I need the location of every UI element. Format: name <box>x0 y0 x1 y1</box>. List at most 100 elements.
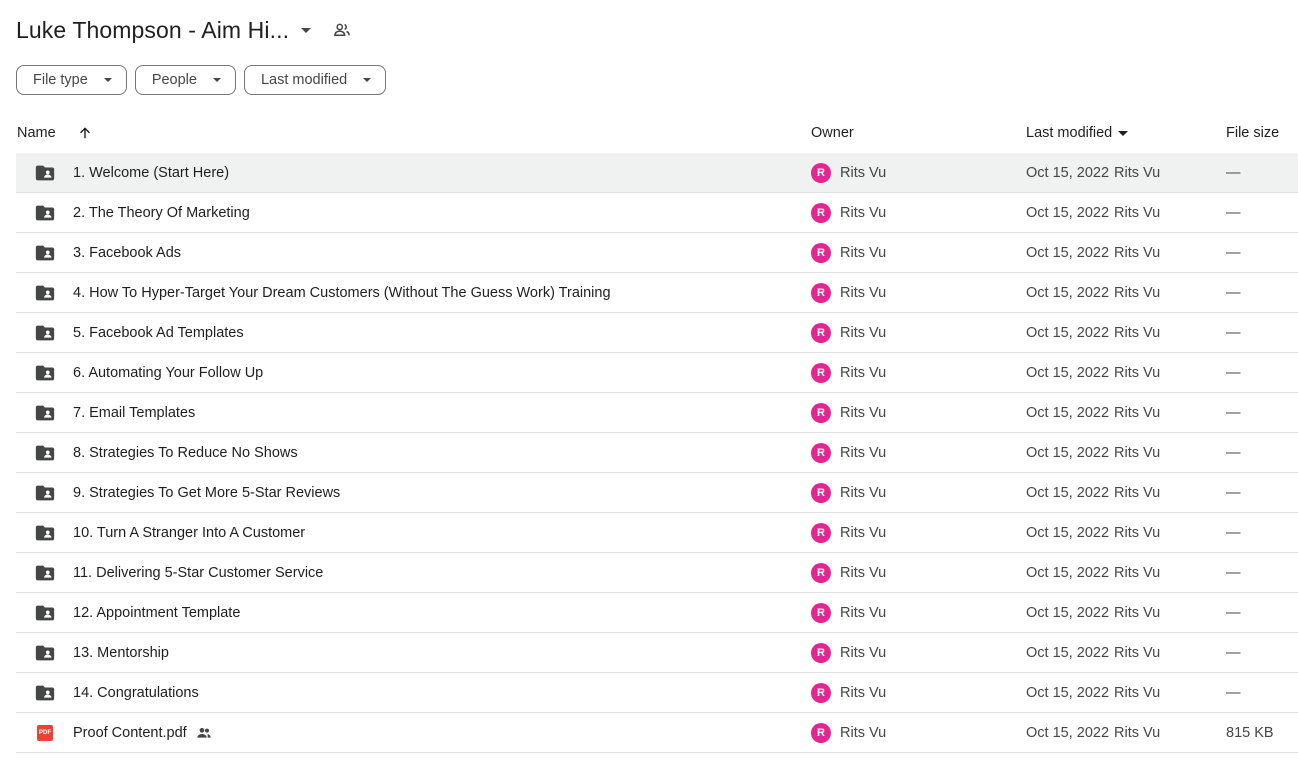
owner-name: Rits Vu <box>840 244 887 261</box>
table-row[interactable]: 6. Automating Your Follow Up R Rits Vu Oct … <box>16 353 1298 393</box>
column-header-last-modified[interactable]: Last modified <box>1026 113 1129 153</box>
file-name[interactable]: 2. The Theory Of Marketing <box>73 205 250 221</box>
file-name[interactable]: 9. Strategies To Get More 5-Star Reviews <box>73 485 340 501</box>
modified-date: Oct 15, 2022 <box>1026 364 1110 381</box>
shared-folder-icon <box>34 602 56 624</box>
file-name-cell: 9. Strategies To Get More 5-Star Reviews <box>73 473 340 512</box>
file-type-filter[interactable]: File type <box>16 65 127 95</box>
file-name[interactable]: 1. Welcome (Start Here) <box>73 165 229 181</box>
owner-name: Rits Vu <box>840 284 887 301</box>
shared-folder-icon <box>34 362 56 384</box>
column-header-file-size[interactable]: File size <box>1226 113 1279 153</box>
last-modified-cell: Oct 15, 2022 Rits Vu <box>1026 193 1160 232</box>
chevron-down-icon <box>103 78 112 82</box>
file-icon-cell <box>34 153 56 192</box>
table-row[interactable]: 14. Congratulations R Rits Vu Oct 15, 2022 R… <box>16 673 1298 713</box>
file-size-cell: — <box>1226 524 1241 541</box>
file-name[interactable]: 10. Turn A Stranger Into A Customer <box>73 525 305 541</box>
modified-by: Rits Vu <box>1114 444 1161 461</box>
column-header-name[interactable]: Name <box>17 113 56 153</box>
table-row[interactable]: 4. How To Hyper-Target Your Dream Custom… <box>16 273 1298 313</box>
modified-date: Oct 15, 2022 <box>1026 284 1110 301</box>
table-row[interactable]: 1. Welcome (Start Here) R Rits Vu Oct 15, 2… <box>16 153 1298 193</box>
owner-cell: R Rits Vu <box>811 353 886 392</box>
avatar: R <box>811 362 831 383</box>
file-name[interactable]: 6. Automating Your Follow Up <box>73 365 263 381</box>
owner-name: Rits Vu <box>840 644 887 661</box>
file-name-cell: 4. How To Hyper-Target Your Dream Custom… <box>73 273 611 312</box>
file-name[interactable]: 14. Congratulations <box>73 685 199 701</box>
chevron-down-icon[interactable] <box>301 27 312 33</box>
file-name-cell: 3. Facebook Ads <box>73 233 181 272</box>
pdf-icon: PDF <box>37 724 53 741</box>
modified-date: Oct 15, 2022 <box>1026 524 1110 541</box>
last-modified-cell: Oct 15, 2022 Rits Vu <box>1026 153 1160 192</box>
table-row[interactable]: 12. Appointment Template R Rits Vu Oct 15, … <box>16 593 1298 633</box>
shared-folder-icon <box>34 402 56 424</box>
avatar: R <box>811 442 831 463</box>
file-name[interactable]: 3. Facebook Ads <box>73 245 181 261</box>
last-modified-cell: Oct 15, 2022 Rits Vu <box>1026 353 1160 392</box>
table-row[interactable]: 10. Turn A Stranger Into A Customer R Rits… <box>16 513 1298 553</box>
avatar: R <box>811 162 831 183</box>
owner-name: Rits Vu <box>840 484 887 501</box>
owner-name: Rits Vu <box>840 164 887 181</box>
file-name[interactable]: 5. Facebook Ad Templates <box>73 325 244 341</box>
file-icon-cell <box>34 633 56 672</box>
file-name[interactable]: Proof Content.pdf <box>73 725 187 741</box>
shared-folder-icon <box>34 562 56 584</box>
file-size-cell: — <box>1226 324 1241 341</box>
page-title[interactable]: Luke Thompson - Aim Hi... <box>16 17 289 44</box>
file-size-cell: — <box>1226 444 1241 461</box>
people-icon[interactable] <box>333 21 351 39</box>
file-name-cell: 11. Delivering 5-Star Customer Service <box>73 553 323 592</box>
file-name[interactable]: 11. Delivering 5-Star Customer Service <box>73 565 323 581</box>
file-name[interactable]: 8. Strategies To Reduce No Shows <box>73 445 298 461</box>
owner-name: Rits Vu <box>840 564 887 581</box>
file-size-cell: — <box>1226 364 1241 381</box>
table-row[interactable]: 8. Strategies To Reduce No Shows R Rits Vu… <box>16 433 1298 473</box>
modified-date: Oct 15, 2022 <box>1026 244 1110 261</box>
table-row[interactable]: 7. Email Templates R Rits Vu Oct 15, 2022 Ri… <box>16 393 1298 433</box>
file-icon-cell <box>34 233 56 272</box>
people-filter[interactable]: People <box>134 65 236 95</box>
modified-by: Rits Vu <box>1114 484 1161 501</box>
last-modified-cell: Oct 15, 2022 Rits Vu <box>1026 433 1160 472</box>
file-size-cell: 815 KB <box>1226 724 1274 741</box>
column-header-label: Last modified <box>1026 125 1113 141</box>
file-name[interactable]: 4. How To Hyper-Target Your Dream Custom… <box>73 285 611 301</box>
table-row[interactable]: 2. The Theory Of Marketing R Rits Vu Oct 15… <box>16 193 1298 233</box>
shared-folder-icon <box>34 682 56 704</box>
table-row[interactable]: 5. Facebook Ad Templates R Rits Vu Oct 15, … <box>16 313 1298 353</box>
owner-name: Rits Vu <box>840 684 887 701</box>
file-icon-cell: PDF <box>34 713 53 752</box>
file-name-cell: 12. Appointment Template <box>73 593 240 632</box>
filter-label: File type <box>33 72 88 88</box>
modified-date: Oct 15, 2022 <box>1026 684 1110 701</box>
shared-folder-icon <box>34 282 56 304</box>
owner-cell: R Rits Vu <box>811 513 886 552</box>
table-row[interactable]: 11. Delivering 5-Star Customer Service R R… <box>16 553 1298 593</box>
table-row[interactable]: 9. Strategies To Get More 5-Star Reviews… <box>16 473 1298 513</box>
owner-cell: R Rits Vu <box>811 233 886 272</box>
file-size-cell: — <box>1226 244 1241 261</box>
filter-label: People <box>151 72 197 88</box>
owner-cell: R Rits Vu <box>811 153 886 192</box>
column-header-owner[interactable]: Owner <box>811 113 854 153</box>
modified-by: Rits Vu <box>1114 324 1161 341</box>
file-name[interactable]: 12. Appointment Template <box>73 605 240 621</box>
owner-name: Rits Vu <box>840 324 887 341</box>
avatar: R <box>811 602 831 623</box>
table-row[interactable]: PDF Proof Content.pdf R Rits Vu Oct 15, 2022… <box>16 713 1298 753</box>
table-row[interactable]: 3. Facebook Ads R Rits Vu Oct 15, 2022 Rits … <box>16 233 1298 273</box>
modified-by: Rits Vu <box>1114 604 1161 621</box>
table-header: Name Owner Last modified File size <box>16 113 1298 154</box>
file-name[interactable]: 13. Mentorship <box>73 645 169 661</box>
last-modified-filter[interactable]: Last modified <box>243 65 387 95</box>
arrow-up-icon[interactable] <box>78 113 92 153</box>
modified-by: Rits Vu <box>1114 244 1161 261</box>
file-name-cell: Proof Content.pdf <box>73 713 212 752</box>
table-row[interactable]: 13. Mentorship R Rits Vu Oct 15, 2022 Rits V… <box>16 633 1298 673</box>
file-name[interactable]: 7. Email Templates <box>73 405 195 421</box>
modified-by: Rits Vu <box>1114 684 1161 701</box>
